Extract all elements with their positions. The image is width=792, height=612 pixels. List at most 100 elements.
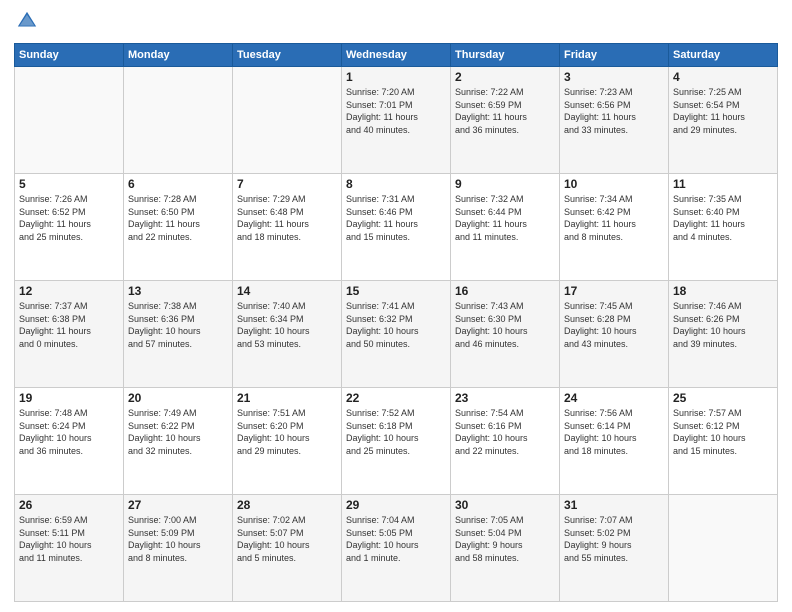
weekday-header-friday: Friday <box>560 44 669 67</box>
day-number: 12 <box>19 284 119 298</box>
calendar-cell: 18 Sunrise: 7:46 AM Sunset: 6:26 PM Dayli… <box>669 281 778 388</box>
day-info: Sunrise: 7:38 AM Sunset: 6:36 PM Dayligh… <box>128 300 228 350</box>
week-row-3: 12 Sunrise: 7:37 AM Sunset: 6:38 PM Dayli… <box>15 281 778 388</box>
calendar-cell: 12 Sunrise: 7:37 AM Sunset: 6:38 PM Dayli… <box>15 281 124 388</box>
logo <box>14 10 40 37</box>
calendar-cell: 22Sunrise: 7:52 AM Sunset: 6:18 PM Dayli… <box>342 388 451 495</box>
calendar-cell: 27 Sunrise: 7:00 AM Sunset: 5:09 PM Dayli… <box>124 495 233 602</box>
calendar-cell <box>233 67 342 174</box>
day-number: 31 <box>564 498 664 512</box>
day-number: 13 <box>128 284 228 298</box>
day-number: 1 <box>346 70 446 84</box>
calendar-cell: 8 Sunrise: 7:31 AM Sunset: 6:46 PM Daylig… <box>342 174 451 281</box>
day-info: Sunrise: 7:26 AM Sunset: 6:52 PM Dayligh… <box>19 193 119 243</box>
calendar-cell: 17 Sunrise: 7:45 AM Sunset: 6:28 PM Dayli… <box>560 281 669 388</box>
day-info: Sunrise: 7:40 AM Sunset: 6:34 PM Dayligh… <box>237 300 337 350</box>
day-info: Sunrise: 7:56 AM Sunset: 6:14 PM Dayligh… <box>564 407 664 457</box>
day-number: 10 <box>564 177 664 191</box>
day-info: Sunrise: 7:57 AM Sunset: 6:12 PM Dayligh… <box>673 407 773 457</box>
day-number: 8 <box>346 177 446 191</box>
day-info: Sunrise: 7:07 AM Sunset: 5:02 PM Dayligh… <box>564 514 664 564</box>
calendar-cell: 7 Sunrise: 7:29 AM Sunset: 6:48 PM Daylig… <box>233 174 342 281</box>
calendar-cell <box>15 67 124 174</box>
day-number: 6 <box>128 177 228 191</box>
calendar-cell: 13 Sunrise: 7:38 AM Sunset: 6:36 PM Dayli… <box>124 281 233 388</box>
weekday-header-thursday: Thursday <box>451 44 560 67</box>
calendar-cell: 24 Sunrise: 7:56 AM Sunset: 6:14 PM Dayli… <box>560 388 669 495</box>
calendar-cell: 5 Sunrise: 7:26 AM Sunset: 6:52 PM Daylig… <box>15 174 124 281</box>
calendar-cell: 2 Sunrise: 7:22 AM Sunset: 6:59 PM Daylig… <box>451 67 560 174</box>
calendar-cell: 20Sunrise: 7:49 AM Sunset: 6:22 PM Dayli… <box>124 388 233 495</box>
day-number: 2 <box>455 70 555 84</box>
day-number: 5 <box>19 177 119 191</box>
day-number: 24 <box>564 391 664 405</box>
calendar-cell: 26Sunrise: 6:59 AM Sunset: 5:11 PM Dayli… <box>15 495 124 602</box>
day-info: Sunrise: 7:25 AM Sunset: 6:54 PM Dayligh… <box>673 86 773 136</box>
day-info: Sunrise: 7:37 AM Sunset: 6:38 PM Dayligh… <box>19 300 119 350</box>
day-number: 11 <box>673 177 773 191</box>
calendar-cell: 1 Sunrise: 7:20 AM Sunset: 7:01 PM Daylig… <box>342 67 451 174</box>
calendar-cell: 31 Sunrise: 7:07 AM Sunset: 5:02 PM Dayli… <box>560 495 669 602</box>
day-number: 23 <box>455 391 555 405</box>
day-info: Sunrise: 7:46 AM Sunset: 6:26 PM Dayligh… <box>673 300 773 350</box>
day-number: 27 <box>128 498 228 512</box>
calendar-cell <box>124 67 233 174</box>
page: SundayMondayTuesdayWednesdayThursdayFrid… <box>0 0 792 612</box>
day-info: Sunrise: 7:32 AM Sunset: 6:44 PM Dayligh… <box>455 193 555 243</box>
calendar-cell: 19 Sunrise: 7:48 AM Sunset: 6:24 PM Dayli… <box>15 388 124 495</box>
day-number: 17 <box>564 284 664 298</box>
day-number: 16 <box>455 284 555 298</box>
calendar-cell: 10 Sunrise: 7:34 AM Sunset: 6:42 PM Dayli… <box>560 174 669 281</box>
day-number: 7 <box>237 177 337 191</box>
day-info: Sunrise: 7:34 AM Sunset: 6:42 PM Dayligh… <box>564 193 664 243</box>
day-info: Sunrise: 7:43 AM Sunset: 6:30 PM Dayligh… <box>455 300 555 350</box>
calendar-cell: 29Sunrise: 7:04 AM Sunset: 5:05 PM Dayli… <box>342 495 451 602</box>
day-info: Sunrise: 7:45 AM Sunset: 6:28 PM Dayligh… <box>564 300 664 350</box>
calendar-cell: 21Sunrise: 7:51 AM Sunset: 6:20 PM Dayli… <box>233 388 342 495</box>
calendar-cell: 25 Sunrise: 7:57 AM Sunset: 6:12 PM Dayli… <box>669 388 778 495</box>
day-number: 28 <box>237 498 337 512</box>
day-info: Sunrise: 7:20 AM Sunset: 7:01 PM Dayligh… <box>346 86 446 136</box>
day-number: 19 <box>19 391 119 405</box>
day-info: Sunrise: 7:31 AM Sunset: 6:46 PM Dayligh… <box>346 193 446 243</box>
day-info: Sunrise: 7:22 AM Sunset: 6:59 PM Dayligh… <box>455 86 555 136</box>
calendar-cell: 4 Sunrise: 7:25 AM Sunset: 6:54 PM Daylig… <box>669 67 778 174</box>
calendar-cell: 6 Sunrise: 7:28 AM Sunset: 6:50 PM Daylig… <box>124 174 233 281</box>
calendar-cell: 11Sunrise: 7:35 AM Sunset: 6:40 PM Dayli… <box>669 174 778 281</box>
calendar-cell <box>669 495 778 602</box>
header <box>14 10 778 37</box>
weekday-header-tuesday: Tuesday <box>233 44 342 67</box>
day-info: Sunrise: 7:04 AM Sunset: 5:05 PM Dayligh… <box>346 514 446 564</box>
calendar-cell: 23 Sunrise: 7:54 AM Sunset: 6:16 PM Dayli… <box>451 388 560 495</box>
day-number: 30 <box>455 498 555 512</box>
day-number: 25 <box>673 391 773 405</box>
day-info: Sunrise: 7:05 AM Sunset: 5:04 PM Dayligh… <box>455 514 555 564</box>
week-row-5: 26Sunrise: 6:59 AM Sunset: 5:11 PM Dayli… <box>15 495 778 602</box>
calendar-cell: 3Sunrise: 7:23 AM Sunset: 6:56 PM Daylig… <box>560 67 669 174</box>
weekday-header-sunday: Sunday <box>15 44 124 67</box>
week-row-4: 19 Sunrise: 7:48 AM Sunset: 6:24 PM Dayli… <box>15 388 778 495</box>
week-row-2: 5 Sunrise: 7:26 AM Sunset: 6:52 PM Daylig… <box>15 174 778 281</box>
day-info: Sunrise: 7:28 AM Sunset: 6:50 PM Dayligh… <box>128 193 228 243</box>
day-info: Sunrise: 7:52 AM Sunset: 6:18 PM Dayligh… <box>346 407 446 457</box>
day-info: Sunrise: 7:41 AM Sunset: 6:32 PM Dayligh… <box>346 300 446 350</box>
day-info: Sunrise: 7:51 AM Sunset: 6:20 PM Dayligh… <box>237 407 337 457</box>
weekday-header-saturday: Saturday <box>669 44 778 67</box>
day-number: 18 <box>673 284 773 298</box>
day-info: Sunrise: 6:59 AM Sunset: 5:11 PM Dayligh… <box>19 514 119 564</box>
day-number: 4 <box>673 70 773 84</box>
weekday-header-wednesday: Wednesday <box>342 44 451 67</box>
calendar-table: SundayMondayTuesdayWednesdayThursdayFrid… <box>14 43 778 602</box>
day-info: Sunrise: 7:49 AM Sunset: 6:22 PM Dayligh… <box>128 407 228 457</box>
day-number: 15 <box>346 284 446 298</box>
day-info: Sunrise: 7:00 AM Sunset: 5:09 PM Dayligh… <box>128 514 228 564</box>
calendar-cell: 14Sunrise: 7:40 AM Sunset: 6:34 PM Dayli… <box>233 281 342 388</box>
day-info: Sunrise: 7:29 AM Sunset: 6:48 PM Dayligh… <box>237 193 337 243</box>
day-info: Sunrise: 7:54 AM Sunset: 6:16 PM Dayligh… <box>455 407 555 457</box>
calendar-cell: 15 Sunrise: 7:41 AM Sunset: 6:32 PM Dayli… <box>342 281 451 388</box>
logo-icon <box>16 10 38 32</box>
day-info: Sunrise: 7:48 AM Sunset: 6:24 PM Dayligh… <box>19 407 119 457</box>
day-info: Sunrise: 7:02 AM Sunset: 5:07 PM Dayligh… <box>237 514 337 564</box>
day-number: 9 <box>455 177 555 191</box>
day-number: 3 <box>564 70 664 84</box>
